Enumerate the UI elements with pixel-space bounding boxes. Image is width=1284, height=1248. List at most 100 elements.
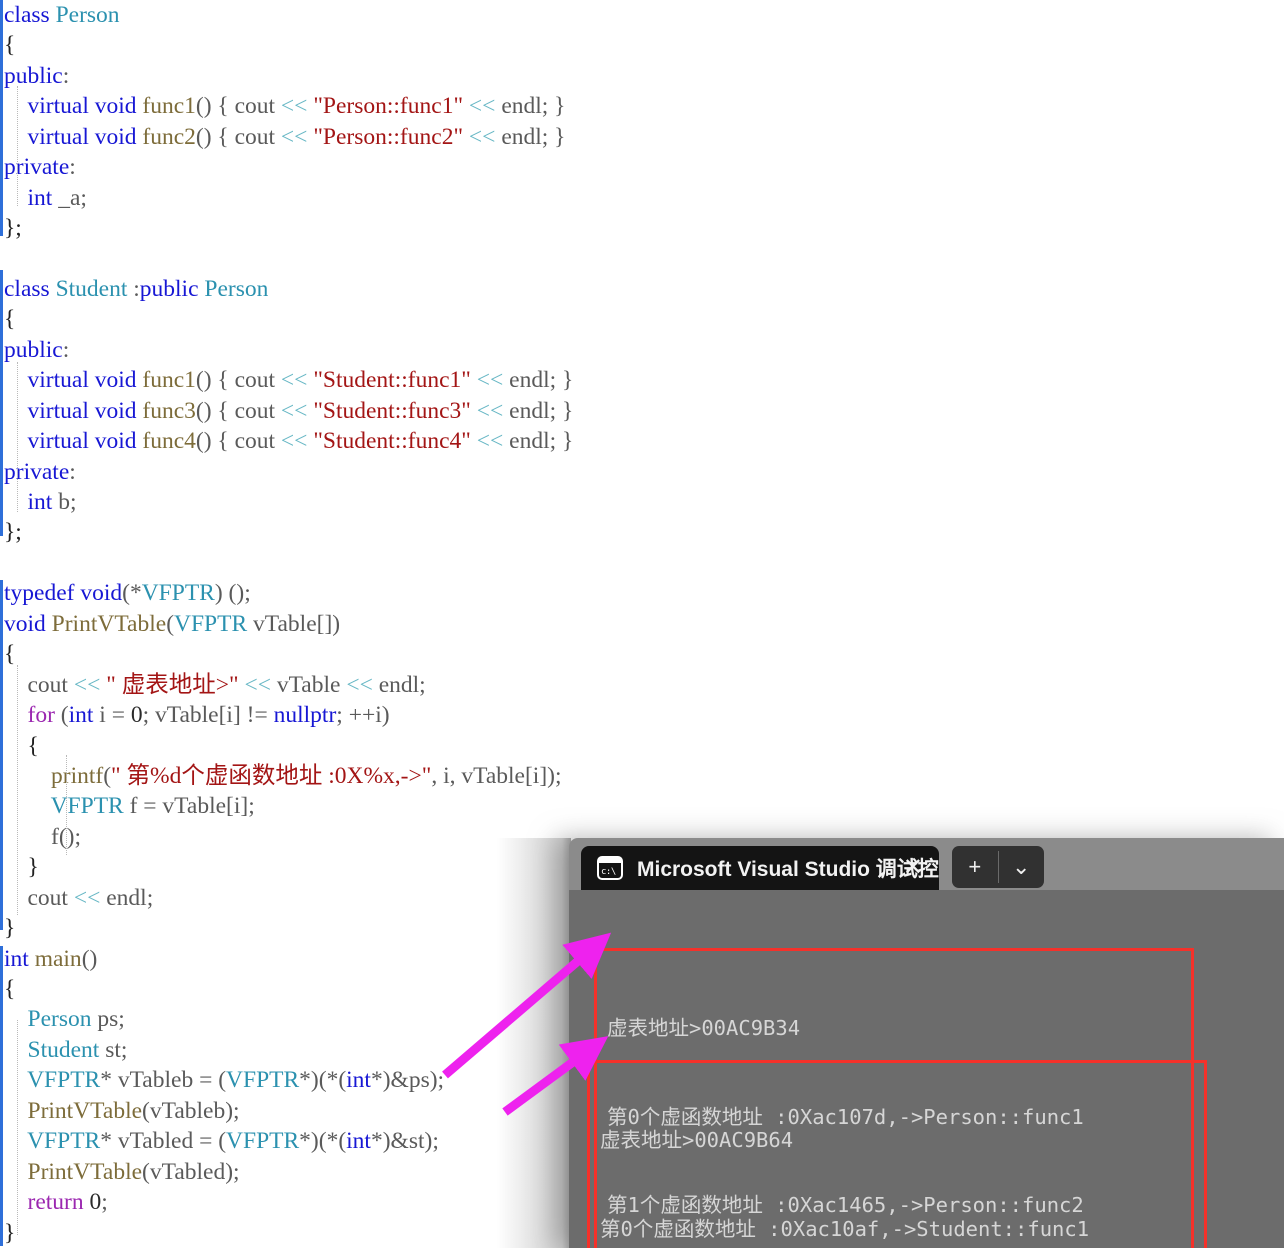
code-token: int xyxy=(346,1067,371,1094)
code-token: << xyxy=(476,397,504,424)
terminal-tab[interactable]: c:\ Microsoft Visual Studio 调试控 ✕ xyxy=(581,846,939,890)
code-token: << xyxy=(280,367,308,394)
code-token: endl; xyxy=(100,884,154,911)
code-token: : xyxy=(62,336,70,363)
code-token: virtual xyxy=(27,93,89,120)
code-token: ; ++i) xyxy=(336,702,390,729)
code-token: }; xyxy=(4,215,22,242)
code-token: func1 xyxy=(142,367,196,394)
terminal-tab-strip[interactable]: c:\ Microsoft Visual Studio 调试控 ✕ + ⌄ xyxy=(569,838,1284,890)
code-token: func4 xyxy=(142,428,196,455)
code-token: VFPTR xyxy=(226,1128,300,1155)
code-token: ; vTable[i] != xyxy=(142,702,274,729)
code-token: public xyxy=(4,336,63,363)
code-token: typedef xyxy=(4,580,75,607)
code-token: << xyxy=(73,884,101,911)
code-token: endl; } xyxy=(509,367,574,394)
code-token: void xyxy=(80,580,123,607)
code-token: << xyxy=(280,397,308,424)
code-token: * vTableb = ( xyxy=(100,1067,227,1094)
code-line: { xyxy=(0,731,573,761)
code-line: private: xyxy=(0,152,573,182)
code-line: virtual void func4() { cout << "Student:… xyxy=(0,426,574,456)
code-token: virtual xyxy=(27,428,89,455)
code-line: private: xyxy=(0,457,573,487)
code-token: () xyxy=(81,945,98,972)
code-token: () { xyxy=(195,93,235,120)
code-line: } xyxy=(0,852,573,882)
code-token: Person xyxy=(27,1006,92,1033)
code-token: public xyxy=(4,62,63,89)
code-line: int _a; xyxy=(0,183,573,213)
code-token: * vTabled = ( xyxy=(100,1128,227,1155)
code-token: () { xyxy=(195,397,235,424)
code-token: class xyxy=(4,275,56,302)
console-icon: c:\ xyxy=(597,856,623,880)
windows-terminal-window[interactable]: c:\ Microsoft Visual Studio 调试控 ✕ + ⌄ 虚表… xyxy=(569,838,1284,1248)
code-token: printf xyxy=(51,762,104,789)
code-token: } xyxy=(4,1219,16,1246)
code-token: { xyxy=(4,32,16,59)
code-token: endl; xyxy=(372,671,426,698)
code-token: cout xyxy=(234,428,276,455)
code-token: vTable xyxy=(270,671,347,698)
new-tab-button[interactable]: + xyxy=(952,846,998,888)
code-line: VFPTR f = vTable[i]; xyxy=(0,791,573,821)
indent-guide xyxy=(17,1020,19,1235)
code-token: return xyxy=(27,1189,84,1216)
code-token: }; xyxy=(4,519,22,546)
code-token: << xyxy=(476,428,504,455)
code-token: cout xyxy=(27,671,68,698)
code-token: << xyxy=(468,93,496,120)
code-token: b; xyxy=(52,489,77,515)
code-token: (vTableb); xyxy=(142,1097,240,1124)
code-token: VFPTR xyxy=(27,1128,101,1155)
code-token: ps; xyxy=(91,1006,125,1033)
code-token: VFPTR xyxy=(141,580,215,607)
code-token: " 虚表地址>" xyxy=(106,671,239,698)
terminal-output[interactable]: 虚表地址>00AC9B34 第0个虚函数地址 :0Xac107d,->Perso… xyxy=(569,890,1284,1248)
code-token: cout xyxy=(234,93,276,120)
code-token: st; xyxy=(99,1036,128,1063)
code-token: func3 xyxy=(142,397,196,424)
code-token: for xyxy=(27,702,55,729)
code-line: void PrintVTable(VFPTR vTable[]) xyxy=(0,609,573,639)
code-text[interactable]: class Person{public: virtual void func1(… xyxy=(0,0,573,1248)
code-token: endl; } xyxy=(509,397,574,424)
code-token: void xyxy=(94,123,137,150)
code-line: VFPTR* vTabled = (VFPTR*)(*(int*)&st); xyxy=(0,1126,573,1156)
indent-guide xyxy=(17,362,19,512)
code-token: << xyxy=(280,93,308,120)
terminal-tab-actions[interactable]: + ⌄ xyxy=(952,846,1044,888)
code-line: f(); xyxy=(0,822,573,852)
code-line: for (int i = 0; vTable[i] != nullptr; ++… xyxy=(0,700,573,730)
code-line: virtual void func3() { cout << "Student:… xyxy=(0,396,574,426)
code-token: VFPTR xyxy=(226,1067,300,1094)
code-token: cout xyxy=(234,123,276,150)
code-token: << xyxy=(476,367,504,394)
code-token: Student xyxy=(55,275,128,302)
code-line: return 0; xyxy=(0,1187,573,1217)
code-token: ; xyxy=(101,1189,108,1216)
code-token: int xyxy=(27,184,53,211)
code-line: }; xyxy=(0,213,573,243)
tab-dropdown-button[interactable]: ⌄ xyxy=(999,846,1045,888)
code-token: void xyxy=(94,367,137,394)
code-token: ( xyxy=(54,702,69,729)
code-line: { xyxy=(0,974,573,1004)
code-token: _a; xyxy=(52,184,87,211)
code-line: cout << " 虚表地址>" << vTable << endl; xyxy=(0,670,573,700)
terminal-tab-title: Microsoft Visual Studio 调试控 xyxy=(637,858,939,881)
code-line: virtual void func1() { cout << "Student:… xyxy=(0,365,574,395)
close-icon[interactable]: ✕ xyxy=(903,855,923,881)
